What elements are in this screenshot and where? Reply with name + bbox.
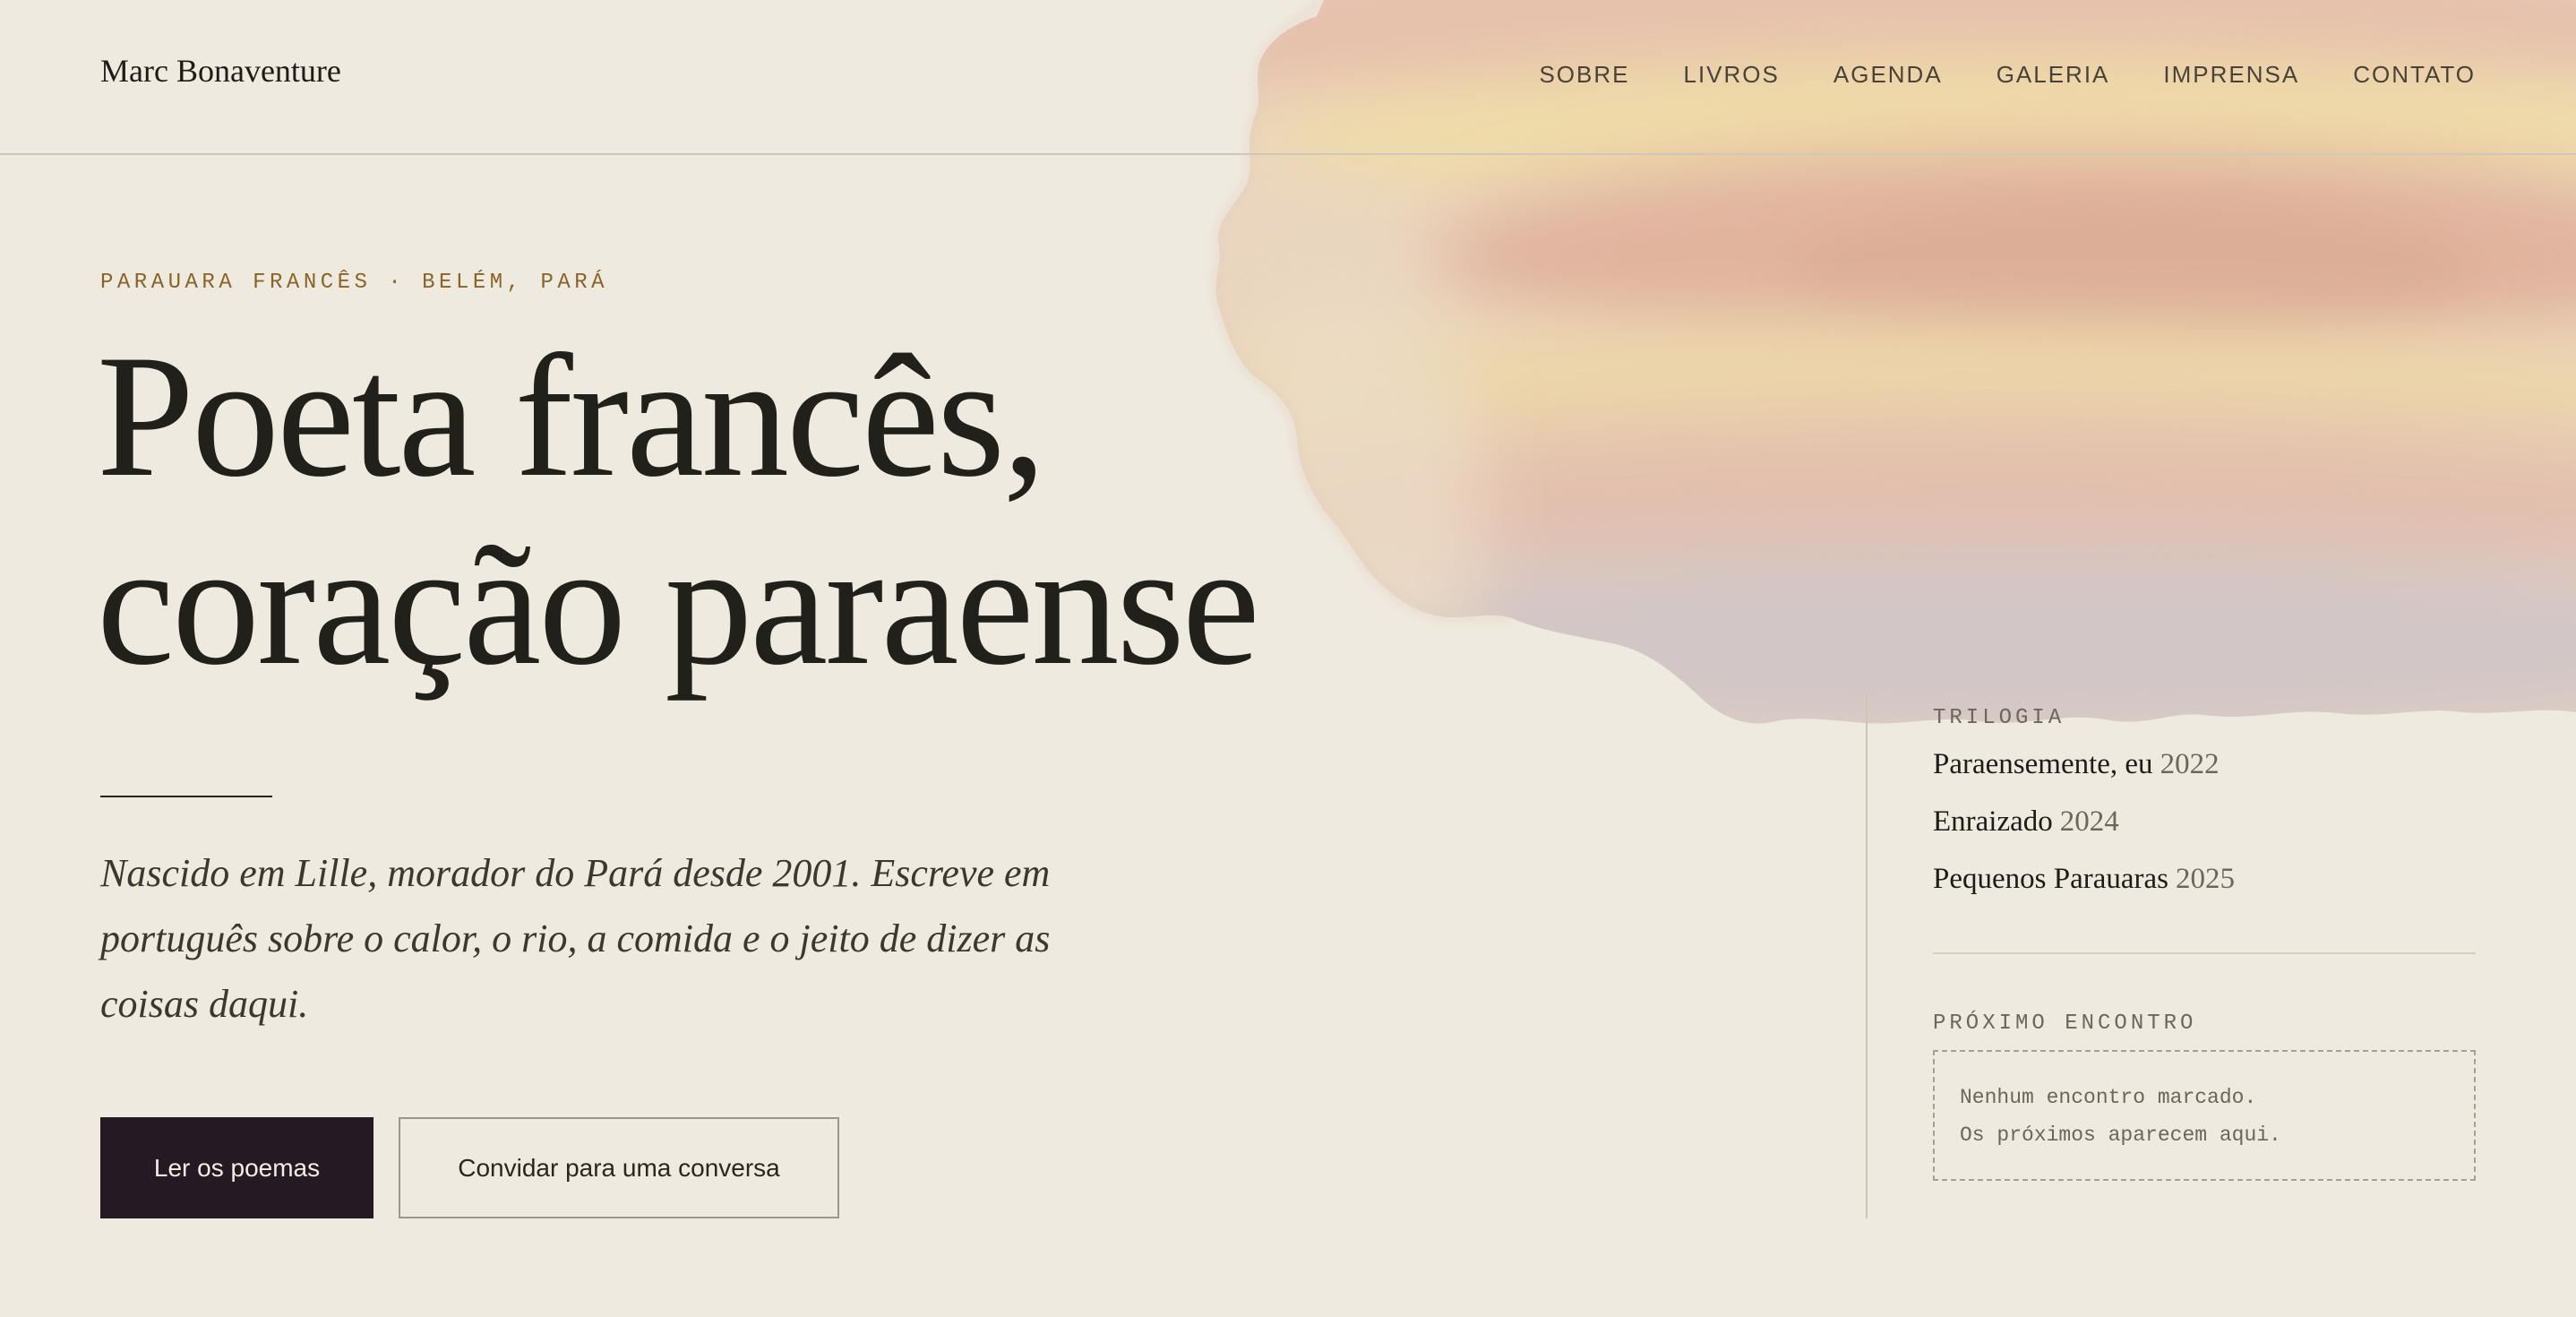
nav-galeria[interactable]: GALERIA (1996, 61, 2110, 89)
nav-sobre[interactable]: SOBRE (1539, 61, 1629, 89)
nav-contato[interactable]: CONTATO (2353, 61, 2476, 89)
next-event-empty-line-1: Nenhum encontro marcado. (1960, 1086, 2257, 1109)
headline-line-1: Poeta francês, (97, 319, 1046, 513)
nav-agenda[interactable]: AGENDA (1833, 61, 1943, 89)
book-item[interactable]: Paraensemente, eu 2022 (1933, 748, 2476, 788)
nav-imprensa[interactable]: IMPRENSA (2163, 61, 2299, 89)
trilogy-label: TRILOGIA (1933, 706, 2065, 730)
book-item[interactable]: Enraizado 2024 (1933, 805, 2476, 845)
site-brand[interactable]: Marc Bonaventure (100, 52, 341, 90)
next-event-empty-line-2: Os próximos aparecem aqui. (1960, 1123, 2281, 1147)
book-year: 2022 (2160, 748, 2220, 780)
read-poems-button[interactable]: Ler os poemas (100, 1117, 374, 1218)
book-year: 2024 (2059, 805, 2119, 838)
book-year: 2025 (2176, 863, 2236, 895)
book-item[interactable]: Pequenos Parauaras 2025 (1933, 863, 2476, 902)
sidebar-divider (1866, 692, 1868, 1218)
headline-divider (100, 796, 272, 797)
main-nav: SOBRE LIVROS AGENDA GALERIA IMPRENSA CON… (1539, 61, 2476, 89)
nav-livros[interactable]: LIVROS (1684, 61, 1780, 89)
hero-eyebrow: PARAUARA FRANCÊS · BELÉM, PARÁ (100, 271, 609, 295)
sidebar-section-divider (1933, 952, 2476, 954)
next-event-box: Nenhum encontro marcado. Os próximos apa… (1933, 1050, 2476, 1181)
hero-lede: Nascido em Lille, morador do Pará desde … (100, 851, 1051, 1026)
book-title: Paraensemente, eu (1933, 748, 2153, 780)
book-title: Enraizado (1933, 805, 2053, 838)
headline-line-2: coração paraense (97, 507, 1260, 702)
invite-conversation-button[interactable]: Convidar para uma conversa (399, 1117, 839, 1218)
site-header: Marc Bonaventure SOBRE LIVROS AGENDA GAL… (0, 0, 2576, 155)
hero-headline: Poeta francês, coração paraense (97, 319, 1260, 702)
book-title: Pequenos Parauaras (1933, 863, 2169, 895)
next-event-label: PRÓXIMO ENCONTRO (1933, 1011, 2197, 1036)
sidebar: TRILOGIA Paraensemente, eu 2022 Enraizado… (1933, 706, 2476, 1181)
